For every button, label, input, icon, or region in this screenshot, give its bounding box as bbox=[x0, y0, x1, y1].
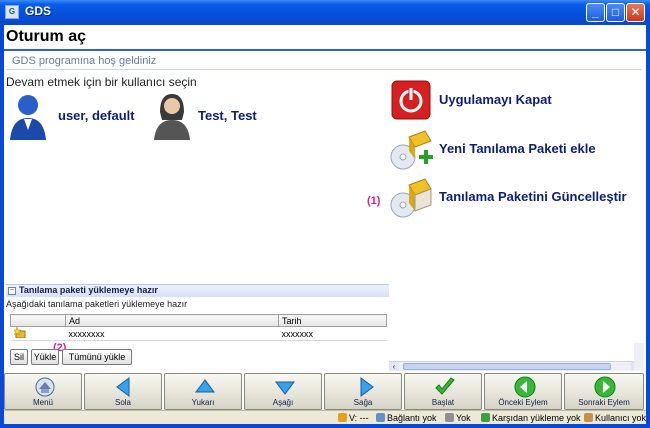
circle-right-icon bbox=[594, 376, 616, 398]
status-connection: Bağlantı yok bbox=[376, 413, 437, 423]
user-default[interactable]: user, default bbox=[6, 92, 146, 142]
app-icon: G bbox=[5, 5, 19, 19]
star-package-icon bbox=[11, 326, 25, 339]
connection-icon bbox=[376, 413, 385, 422]
minimize-button[interactable]: _ bbox=[586, 3, 605, 22]
left-label: Sola bbox=[114, 398, 131, 407]
circle-left-icon bbox=[514, 376, 536, 398]
checkmark-icon bbox=[435, 377, 455, 395]
update-package-action[interactable]: Tanılama Paketini Güncelleştir bbox=[389, 177, 645, 219]
lightning-icon bbox=[338, 413, 347, 422]
load-all-button[interactable]: Tümünü yükle bbox=[62, 349, 132, 365]
user-test[interactable]: Test, Test bbox=[150, 92, 280, 142]
menu-label: Menü bbox=[32, 398, 53, 407]
previous-action-label: Önceki Eylem bbox=[498, 398, 548, 407]
power-icon bbox=[391, 80, 431, 120]
page-heading: Oturum aç bbox=[4, 25, 646, 51]
status-version: V: --- bbox=[338, 413, 369, 423]
package-icon-cell bbox=[10, 326, 66, 341]
download-icon bbox=[481, 413, 490, 422]
status-storage: Yok bbox=[445, 413, 471, 423]
next-action-button[interactable]: Sonraki Eylem bbox=[564, 373, 644, 410]
down-label: Aşağı bbox=[272, 398, 294, 407]
window-title: GDS bbox=[25, 4, 52, 18]
load-button[interactable]: Yükle bbox=[31, 349, 59, 365]
add-package-label: Yeni Tanılama Paketi ekle bbox=[439, 141, 596, 156]
table-header-row: Ad Tarih bbox=[10, 314, 387, 327]
menu-button[interactable]: Menü bbox=[4, 373, 82, 410]
scroll-left-arrow[interactable]: ‹ bbox=[389, 362, 399, 371]
arrow-right-icon bbox=[360, 377, 374, 397]
close-app-action[interactable]: Uygulamayı Kapat bbox=[389, 80, 645, 122]
storage-text: Yok bbox=[456, 413, 471, 423]
female-user-icon bbox=[154, 94, 190, 140]
menu-icon bbox=[35, 377, 55, 397]
app-window: G GDS _ □ ✕ Oturum aç GDS programına hoş… bbox=[0, 0, 650, 428]
marker-1: (1) bbox=[367, 195, 381, 207]
status-bar: V: --- Bağlantı yok Yok Karşıdan yükleme… bbox=[4, 410, 646, 424]
start-button[interactable]: Başlat bbox=[404, 373, 482, 410]
male-user-icon bbox=[10, 95, 46, 140]
panel-subtitle: Aşağıdaki tanılama paketleri yüklemeye h… bbox=[6, 299, 188, 309]
add-package-action[interactable]: Yeni Tanılama Paketi ekle bbox=[389, 129, 645, 171]
left-button[interactable]: Sola bbox=[84, 373, 162, 410]
arrow-down-icon bbox=[275, 381, 295, 395]
right-button[interactable]: Sağa bbox=[324, 373, 402, 410]
welcome-bar: GDS programına hoş geldiniz bbox=[6, 54, 642, 70]
add-package-icon bbox=[390, 130, 433, 170]
next-action-label: Sonraki Eylem bbox=[578, 398, 630, 407]
welcome-text: GDS programına hoş geldiniz bbox=[12, 55, 157, 67]
client-area: Oturum aç GDS programına hoş geldiniz De… bbox=[4, 25, 646, 424]
start-label: Başlat bbox=[431, 398, 455, 407]
page-title: Oturum aç bbox=[6, 28, 87, 45]
status-upload: Karşıdan yükleme yok bbox=[481, 413, 581, 423]
update-package-icon bbox=[390, 178, 432, 218]
close-app-label: Uygulamayı Kapat bbox=[439, 92, 552, 107]
close-button[interactable]: ✕ bbox=[626, 3, 645, 22]
packages-table: Ad Tarih xxxxxxxx xxxxxxx bbox=[10, 314, 387, 341]
arrow-up-icon bbox=[195, 379, 215, 393]
vertical-scrollbar[interactable] bbox=[634, 343, 644, 371]
collapse-toggle[interactable]: − bbox=[8, 287, 16, 295]
package-date: xxxxxxx bbox=[278, 326, 387, 341]
column-header-icon[interactable] bbox=[10, 314, 66, 327]
user-label-default: user, default bbox=[58, 108, 135, 123]
previous-action-button[interactable]: Önceki Eylem bbox=[484, 373, 562, 410]
right-label: Sağa bbox=[353, 398, 373, 407]
scroll-thumb[interactable] bbox=[403, 363, 611, 370]
horizontal-scrollbar[interactable]: ‹ › bbox=[389, 361, 641, 371]
connection-text: Bağlantı yok bbox=[387, 413, 437, 423]
table-row[interactable]: xxxxxxxx xxxxxxx bbox=[10, 326, 387, 341]
panel-title: Tanılama paketi yüklemeye hazır bbox=[19, 285, 158, 295]
version-text: V: --- bbox=[349, 413, 369, 423]
database-icon bbox=[445, 413, 454, 422]
upload-text: Karşıdan yükleme yok bbox=[492, 413, 581, 423]
maximize-button[interactable]: □ bbox=[606, 3, 625, 22]
bottom-toolbar: Menü Sola Yukarı Aşağı Sağa Başlat Öncek… bbox=[4, 373, 646, 410]
user-prompt: Devam etmek için bir kullanıcı seçin bbox=[6, 75, 197, 89]
panel-header[interactable]: − Tanılama paketi yüklemeye hazır bbox=[6, 284, 389, 297]
down-button[interactable]: Aşağı bbox=[244, 373, 322, 410]
update-package-label: Tanılama Paketini Güncelleştir bbox=[439, 189, 627, 204]
delete-button[interactable]: Sil bbox=[10, 349, 28, 365]
user-status-text: Kullanıcı yok bbox=[595, 413, 647, 423]
up-button[interactable]: Yukarı bbox=[164, 373, 242, 410]
status-user: Kullanıcı yok bbox=[584, 413, 646, 423]
up-label: Yukarı bbox=[191, 398, 215, 407]
package-name: xxxxxxxx bbox=[65, 326, 279, 341]
column-header-name[interactable]: Ad bbox=[65, 314, 279, 327]
title-bar[interactable]: G GDS _ □ ✕ bbox=[0, 0, 650, 24]
user-icon bbox=[584, 413, 593, 422]
user-label-test: Test, Test bbox=[198, 108, 257, 123]
column-header-date[interactable]: Tarih bbox=[278, 314, 387, 327]
arrow-left-icon bbox=[116, 377, 130, 397]
